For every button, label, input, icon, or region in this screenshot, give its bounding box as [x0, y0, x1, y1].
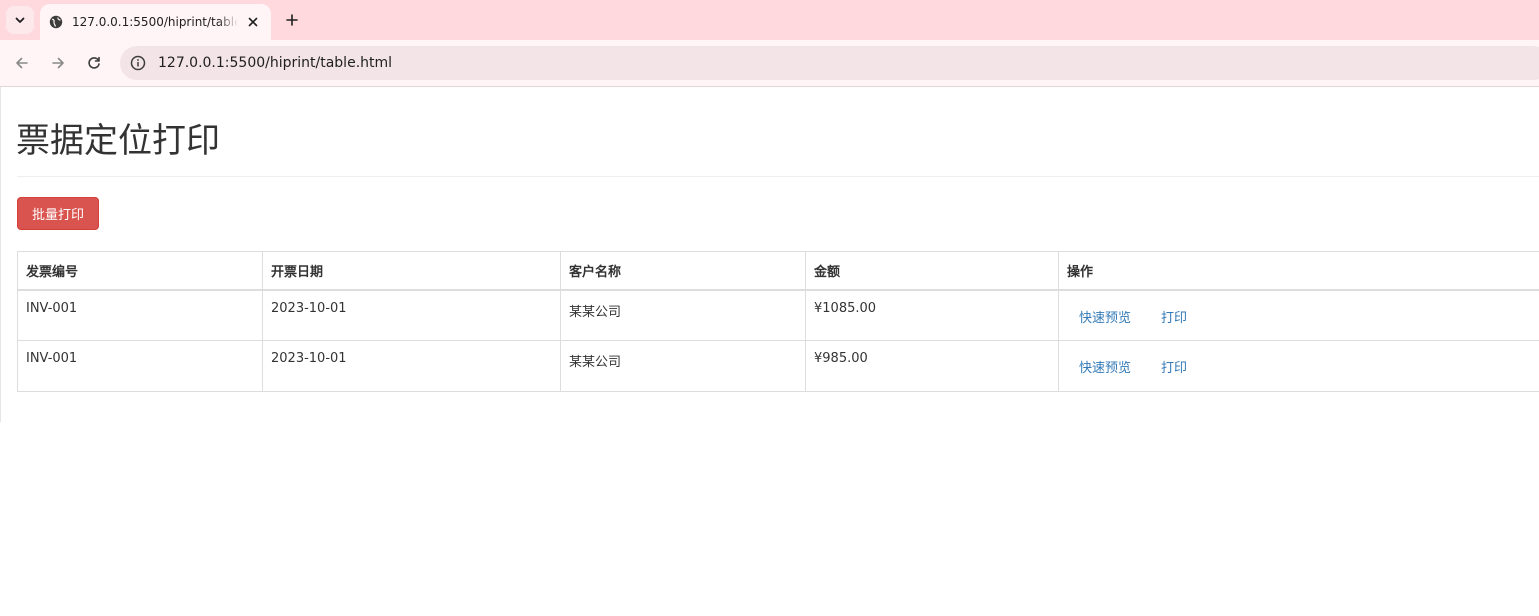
cell-actions: 快速预览 打印 [1058, 289, 1539, 341]
cell-customer: 某某公司 [560, 289, 806, 341]
browser-toolbar: 127.0.0.1:5500/hiprint/table.html [0, 40, 1539, 86]
header-date: 开票日期 [262, 251, 561, 291]
cell-date: 2023-10-01 [262, 340, 561, 392]
cell-actions: 快速预览 打印 [1058, 340, 1539, 392]
active-tab[interactable]: 127.0.0.1:5500/hiprint/table.html [40, 4, 271, 40]
arrow-right-icon [52, 57, 64, 69]
back-button[interactable] [8, 49, 36, 77]
cell-amount: ¥1085.00 [805, 289, 1059, 341]
globe-icon [48, 14, 64, 30]
invoice-table: 发票编号 开票日期 客户名称 金额 操作 INV-001 2023-10-01 … [17, 251, 1539, 392]
table-row: INV-001 2023-10-01 某某公司 ¥1085.00 快速预览 打印 [17, 289, 1539, 341]
forward-button[interactable] [44, 49, 72, 77]
print-link[interactable]: 打印 [1149, 351, 1199, 376]
header-amount: 金额 [805, 251, 1059, 291]
url-text: 127.0.0.1:5500/hiprint/table.html [158, 55, 393, 71]
plus-icon [286, 14, 298, 26]
page-title: 票据定位打印 [16, 121, 220, 161]
header-invoice-no: 发票编号 [17, 251, 263, 291]
tab-search-button[interactable] [6, 6, 34, 34]
browser-chrome: 127.0.0.1:5500/hiprint/table.html [0, 0, 1539, 87]
close-icon[interactable] [244, 13, 262, 31]
quick-preview-link[interactable]: 快速预览 [1067, 301, 1143, 326]
batch-print-button[interactable]: 批量打印 [17, 197, 99, 230]
table-row: INV-001 2023-10-01 某某公司 ¥985.00 快速预览 打印 [17, 340, 1539, 392]
arrow-left-icon [16, 57, 28, 69]
address-bar[interactable]: 127.0.0.1:5500/hiprint/table.html [120, 46, 1539, 80]
cell-amount: ¥985.00 [805, 340, 1059, 392]
chevron-down-icon [15, 17, 25, 23]
header-actions: 操作 [1058, 251, 1539, 291]
cell-date: 2023-10-01 [262, 289, 561, 341]
page-content: 票据定位打印 批量打印 发票编号 开票日期 客户名称 金额 操作 INV-001… [0, 87, 1539, 422]
cell-customer: 某某公司 [560, 340, 806, 392]
new-tab-button[interactable] [280, 8, 304, 32]
reload-button[interactable] [80, 49, 108, 77]
title-divider [17, 176, 1539, 177]
tab-bar: 127.0.0.1:5500/hiprint/table.html [0, 0, 1539, 40]
table-header-row: 发票编号 开票日期 客户名称 金额 操作 [17, 251, 1539, 291]
info-icon[interactable] [129, 54, 147, 72]
tab-title: 127.0.0.1:5500/hiprint/table.html [72, 15, 238, 29]
quick-preview-link[interactable]: 快速预览 [1067, 351, 1143, 376]
cell-invoice-no: INV-001 [17, 289, 263, 341]
header-customer: 客户名称 [560, 251, 806, 291]
print-link[interactable]: 打印 [1149, 301, 1199, 326]
cell-invoice-no: INV-001 [17, 340, 263, 392]
reload-icon [88, 56, 100, 69]
